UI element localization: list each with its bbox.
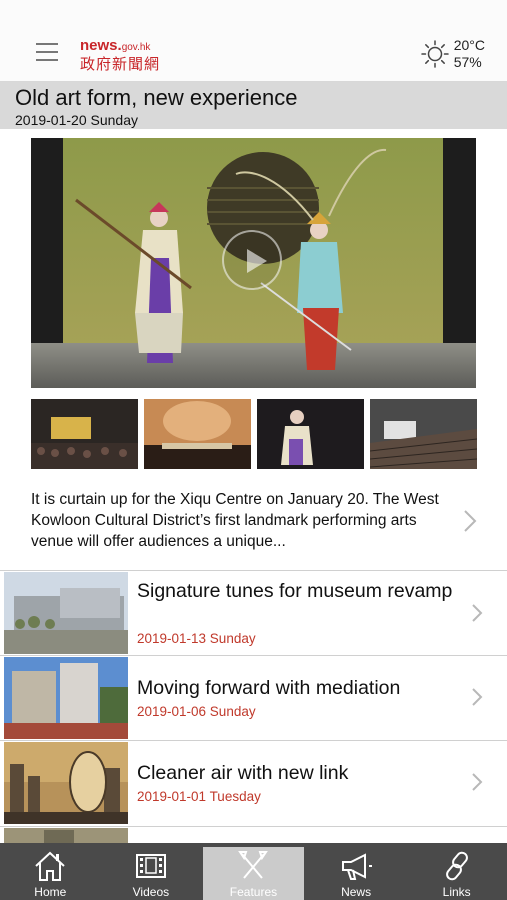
app-header: news.gov.hk 政府新聞網 20°C 57%	[0, 0, 507, 82]
news-list-item[interactable]: Cleaner air with new link 2019-01-01 Tue…	[0, 741, 507, 826]
tab-label: Videos	[132, 885, 170, 899]
sun-icon	[420, 40, 449, 68]
menu-icon[interactable]	[36, 43, 58, 63]
gallery-thumbnail[interactable]	[31, 399, 138, 469]
feature-title-bar: Old art form, new experience 2019-01-20 …	[0, 82, 507, 129]
news-date: 2019-01-13 Sunday	[137, 631, 256, 646]
feature-summary[interactable]: It is curtain up for the Xiqu Centre on …	[31, 489, 451, 552]
news-list-item[interactable]	[0, 827, 507, 844]
news-date: 2019-01-01 Tuesday	[137, 789, 261, 804]
megaphone-icon	[342, 853, 373, 880]
temperature: 20°C	[453, 37, 485, 53]
film-icon	[135, 854, 166, 878]
news-gov-hk-logo[interactable]: news.gov.hk 政府新聞網	[80, 38, 160, 74]
tab-news[interactable]: News	[306, 843, 407, 900]
news-thumbnail	[4, 742, 128, 824]
link-icon	[445, 851, 468, 881]
tab-label: Links	[442, 885, 471, 899]
news-title: Cleaner air with new link	[137, 762, 349, 784]
gallery-thumbnails	[31, 399, 477, 469]
features-icon	[238, 851, 269, 879]
tab-label: News	[341, 885, 372, 899]
news-date: 2019-01-06 Sunday	[137, 704, 256, 719]
news-thumbnail	[4, 828, 128, 844]
news-title: Signature tunes for museum revamp	[137, 580, 453, 602]
news-title: Moving forward with mediation	[137, 677, 401, 699]
tab-label: Home	[34, 885, 67, 899]
home-icon	[35, 851, 65, 881]
chevron-right-icon	[472, 604, 483, 622]
humidity: 57%	[453, 54, 482, 70]
gallery-thumbnail[interactable]	[144, 399, 251, 469]
logo-text: news.	[80, 37, 122, 54]
play-video-icon[interactable]	[222, 230, 282, 290]
gallery-thumbnail[interactable]	[370, 399, 477, 469]
tab-videos[interactable]: Videos	[101, 843, 202, 900]
news-thumbnail	[4, 572, 128, 654]
tab-links[interactable]: Links	[406, 843, 507, 900]
news-list-item[interactable]: Moving forward with mediation 2019-01-06…	[0, 656, 507, 741]
chevron-right-icon	[472, 688, 483, 706]
weather-widget: 20°C 57%	[420, 37, 485, 71]
logo-chinese: 政府新聞網	[80, 56, 161, 73]
news-thumbnail	[4, 657, 128, 739]
tab-home[interactable]: Home	[0, 843, 101, 900]
chevron-right-icon	[472, 773, 483, 791]
gallery-thumbnail[interactable]	[257, 399, 364, 469]
tab-features[interactable]: Features	[203, 847, 304, 900]
logo-domain: gov.hk	[121, 42, 151, 53]
bottom-tab-bar: Home Videos Features News Links	[0, 843, 507, 900]
tab-label: Features	[229, 885, 278, 899]
news-list-item[interactable]: Signature tunes for museum revamp 2019-0…	[0, 571, 507, 656]
feature-title: Old art form, new experience	[15, 85, 298, 110]
feature-date: 2019-01-20 Sunday	[15, 112, 138, 128]
chevron-right-icon[interactable]	[463, 510, 477, 532]
